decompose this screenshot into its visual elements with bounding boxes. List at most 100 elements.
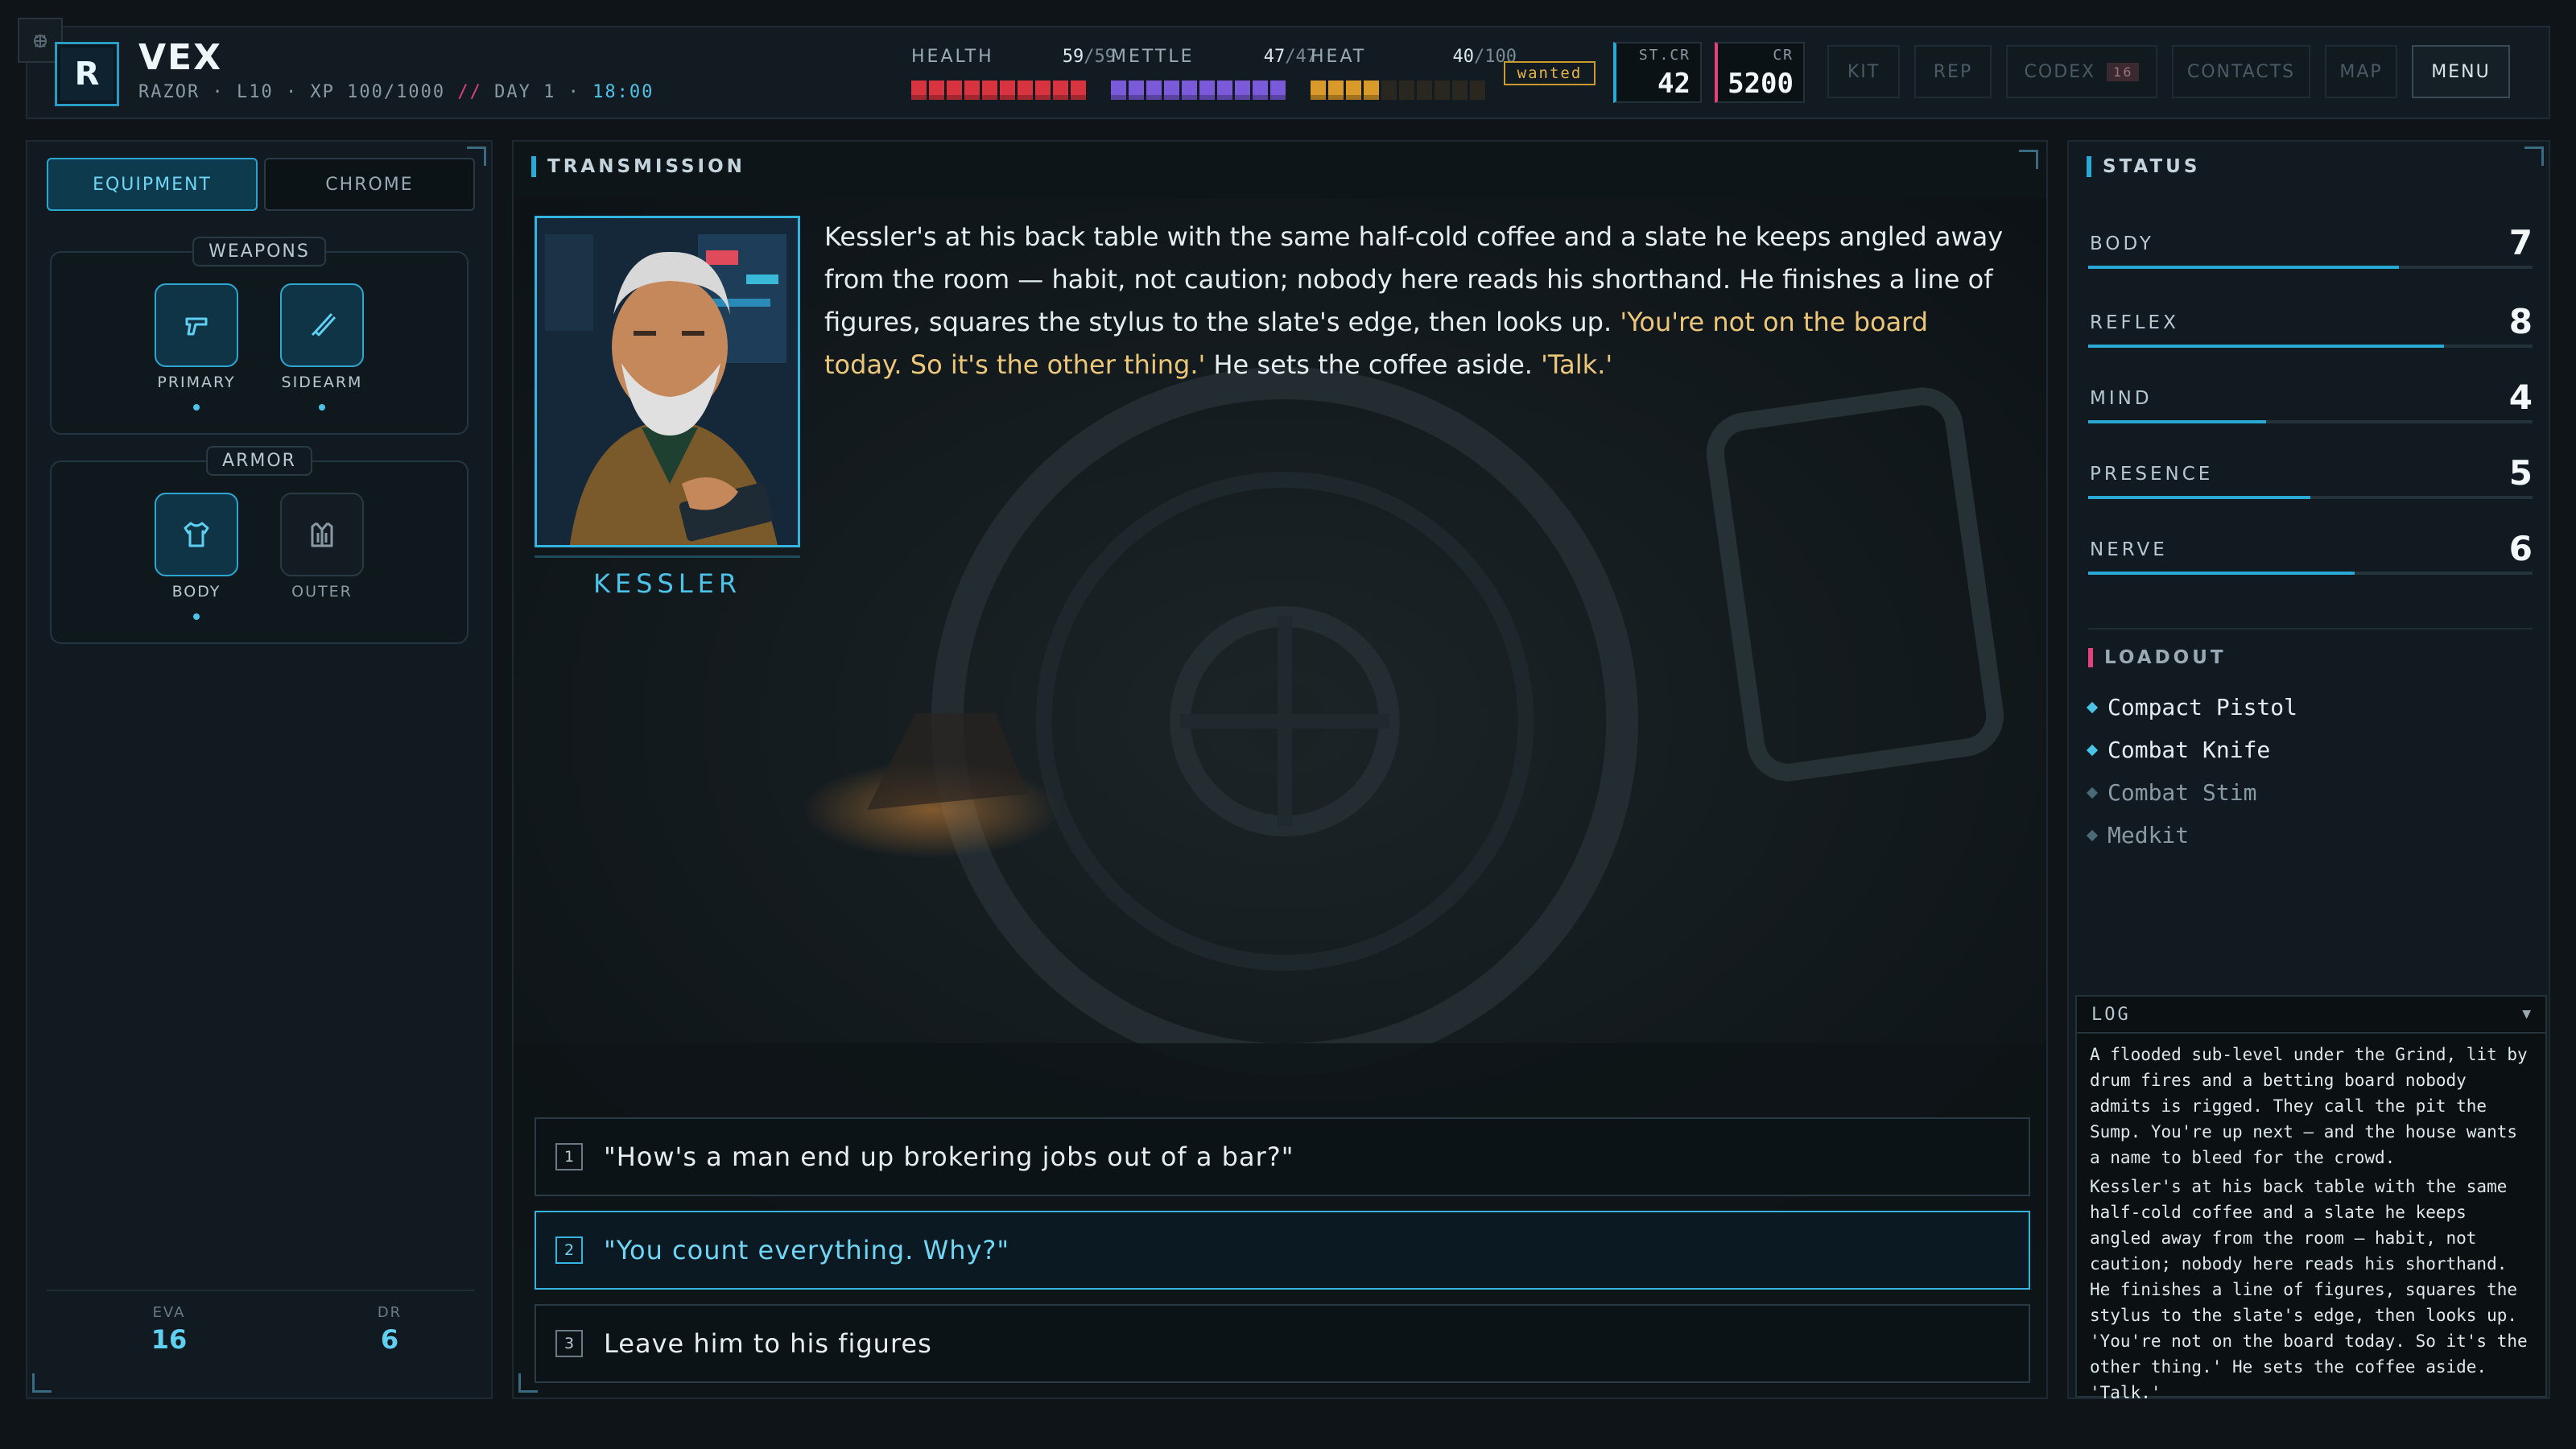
choice-text: "How's a man end up brokering jobs out o…: [604, 1141, 1294, 1172]
log-entries: A flooded sub-level under the Grind, lit…: [2077, 1034, 2545, 1406]
credits-value: 5200: [1728, 68, 1794, 100]
corner-bracket: [2524, 147, 2544, 166]
nav-codex-button[interactable]: CODEX 16: [2006, 45, 2157, 98]
bar-segment: [1129, 80, 1144, 100]
dr-stat: DR 6: [333, 1304, 446, 1355]
loadout-header: LOADOUT: [2088, 647, 2227, 668]
codex-count-badge: 16: [2107, 62, 2140, 81]
npc-name: KESSLER: [592, 568, 742, 599]
attribute-value: 6: [2508, 529, 2533, 568]
dialogue-choice-1[interactable]: 1 "How's a man end up brokering jobs out…: [535, 1117, 2030, 1196]
transmission-header: TRANSMISSION: [531, 156, 745, 177]
body-label: BODY: [171, 583, 221, 601]
loadout-item-name: Compact Pistol: [2107, 694, 2298, 720]
choice-number: 3: [555, 1330, 583, 1357]
sidearm-label: SIDEARM: [281, 374, 363, 391]
diamond-bullet-icon: [2086, 786, 2099, 799]
log-entry: A flooded sub-level under the Grind, lit…: [2090, 1045, 2538, 1167]
attribute-track: [2088, 266, 2533, 269]
bar-segment: [929, 80, 944, 100]
choice-number: 2: [555, 1236, 583, 1264]
nav-kit-button[interactable]: KIT: [1827, 45, 1900, 98]
corner-bracket: [2019, 150, 2038, 169]
loadout-item[interactable]: Combat Knife: [2086, 737, 2270, 763]
bar-segment: [1470, 80, 1485, 100]
attribute-label: REFLEX: [2090, 312, 2179, 333]
bar-segment: [1328, 80, 1344, 100]
nav-menu-button[interactable]: MENU: [2412, 45, 2510, 98]
loadout-title: LOADOUT: [2104, 647, 2227, 668]
nav-map-button[interactable]: MAP: [2325, 45, 2397, 98]
nav-rep-button[interactable]: REP: [1914, 45, 1992, 98]
defense-stats: EVA 16 DR 6: [47, 1290, 475, 1378]
bar-segment: [1111, 80, 1126, 100]
primary-weapon-slot[interactable]: [155, 283, 238, 367]
attribute-track: [2088, 345, 2533, 348]
top-bar: R VEX RAZOR · L10 · XP 100/1000 // DAY 1…: [18, 18, 2550, 119]
time-label: 18:00: [592, 82, 654, 102]
attribute-label: MIND: [2090, 388, 2153, 409]
attribute-nerve: NERVE 6: [2088, 526, 2533, 575]
attribute-fill: [2088, 345, 2444, 348]
log-panel: LOG ▼ A flooded sub-level under the Grin…: [2075, 995, 2547, 1402]
tab-chrome[interactable]: CHROME: [264, 158, 475, 211]
player-subtitle: RAZOR · L10 · XP 100/1000 // DAY 1 · 18:…: [138, 82, 654, 102]
sidearm-weapon-slot[interactable]: [280, 283, 364, 367]
narration-part: He sets the coffee aside.: [1205, 349, 1542, 380]
attribute-fill: [2088, 496, 2310, 499]
dialogue-choice-2[interactable]: 2 "You count everything. Why?": [535, 1211, 2030, 1290]
wanted-badge: wanted: [1504, 61, 1596, 85]
bar-segment: [1452, 80, 1468, 100]
loadout-item[interactable]: Compact Pistol: [2086, 694, 2298, 720]
bar-segment: [911, 80, 927, 100]
class-level-xp: RAZOR · L10 · XP 100/1000: [138, 82, 446, 102]
health-value: 59/59: [1062, 47, 1116, 67]
bar-segment: [1217, 80, 1232, 100]
portrait-divider: [535, 555, 800, 558]
equipped-dot: [319, 404, 325, 411]
bar-segment: [1018, 80, 1033, 100]
bar-segment: [1253, 80, 1268, 100]
body-armor-slot[interactable]: [155, 493, 238, 576]
dr-label: DR: [377, 1304, 402, 1321]
nav-contacts-button[interactable]: CONTACTS: [2172, 45, 2310, 98]
status-panel: STATUS BODY 7 REFLEX 8 MIND 4 PRESENCE 5 NERVE 6 …: [2067, 140, 2550, 1402]
attribute-fill: [2088, 266, 2400, 269]
dialogue-choice-3[interactable]: 3 Leave him to his figures: [535, 1304, 2030, 1383]
outer-armor-slot[interactable]: [280, 493, 364, 576]
diamond-bullet-icon: [2086, 829, 2099, 841]
attribute-reflex: REFLEX 8: [2088, 299, 2533, 348]
heat-value: 40/100: [1452, 47, 1517, 67]
attribute-fill: [2088, 420, 2266, 423]
tab-equipment[interactable]: EQUIPMENT: [47, 158, 258, 211]
log-header[interactable]: LOG ▼: [2077, 997, 2545, 1034]
bar-segment: [1270, 80, 1286, 100]
bar-segment: [1417, 80, 1432, 100]
player-avatar[interactable]: R: [55, 42, 119, 106]
diamond-bullet-icon: [2086, 744, 2099, 756]
loadout-item[interactable]: Medkit: [2086, 822, 2189, 848]
shirt-icon: [184, 522, 209, 547]
choice-number: 1: [555, 1143, 583, 1170]
street-credit-value: 42: [1657, 68, 1690, 100]
credits-label: CR: [1773, 47, 1794, 64]
heat-label: HEAT: [1311, 47, 1367, 67]
loadout-item[interactable]: Combat Stim: [2086, 779, 2257, 806]
bar-segment: [1035, 80, 1051, 100]
mettle-bar: [1111, 80, 1286, 100]
attribute-track: [2088, 496, 2533, 499]
narration-text: Kessler's at his back table with the sam…: [824, 216, 2008, 386]
separator: //: [457, 82, 482, 102]
credits-box: CR 5200: [1715, 42, 1805, 103]
equipped-dot: [193, 613, 200, 620]
bar-segment: [1364, 80, 1379, 100]
equipment-panel: EQUIPMENT CHROME WEAPONS PRIMARY SIDEARM…: [26, 140, 493, 1399]
collapse-caret-icon[interactable]: ▼: [2522, 1008, 2531, 1021]
bar-segment: [1164, 80, 1179, 100]
loadout-item-name: Combat Stim: [2107, 779, 2257, 806]
bar-segment: [1182, 80, 1197, 100]
bar-segment: [1199, 80, 1215, 100]
attribute-presence: PRESENCE 5: [2088, 451, 2533, 499]
attribute-value: 4: [2508, 378, 2533, 417]
bar-segment: [1346, 80, 1361, 100]
